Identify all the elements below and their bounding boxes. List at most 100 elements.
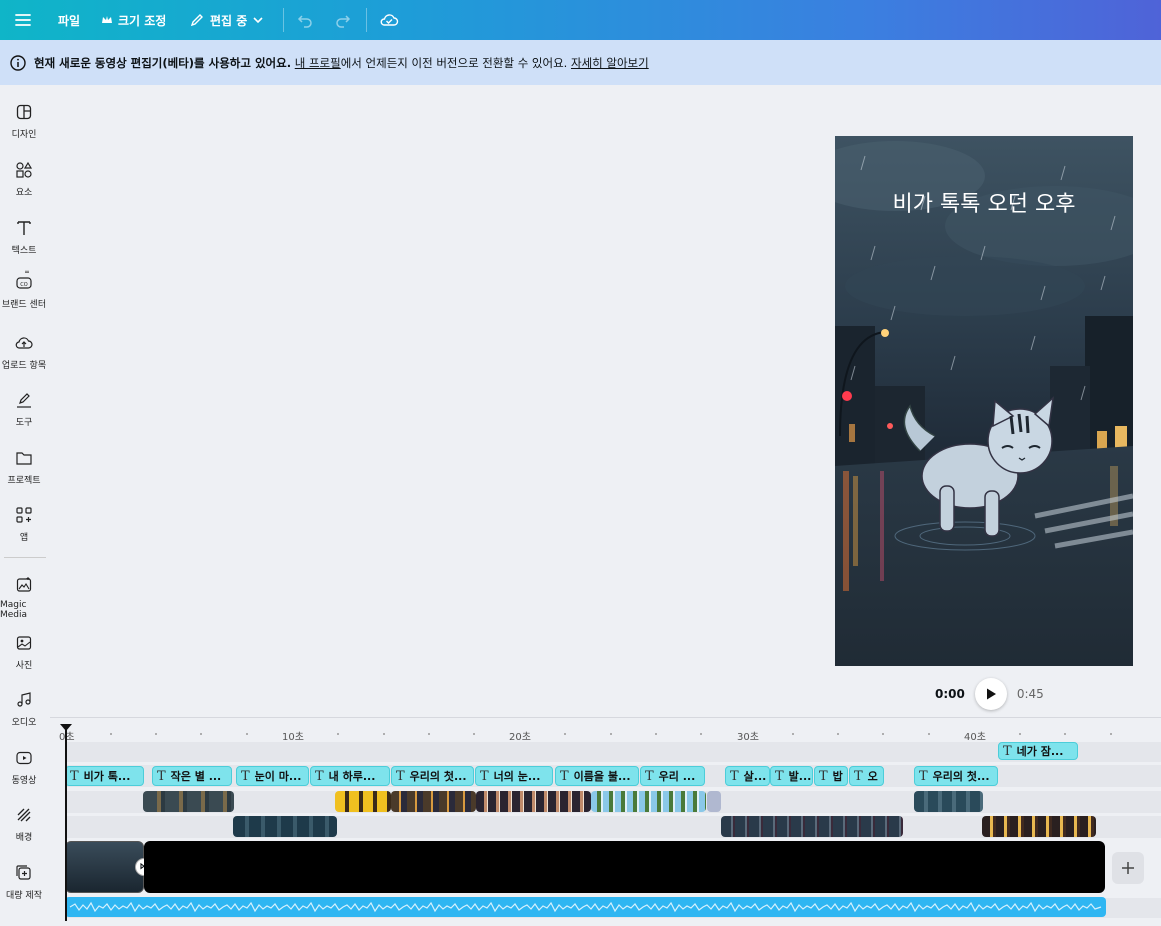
sidebar-item-bulk-create[interactable]: 대량 제작 bbox=[0, 864, 48, 901]
sidebar-item-label: 프로젝트 bbox=[7, 476, 41, 486]
sidebar-item-label: 배경 bbox=[15, 833, 33, 843]
video-clip[interactable] bbox=[391, 791, 476, 812]
sidebar-item-text[interactable]: 텍스트 bbox=[0, 219, 48, 256]
video-clip[interactable] bbox=[591, 791, 706, 812]
video-clip[interactable] bbox=[476, 791, 591, 812]
text-clip-label: 우리 ... bbox=[658, 770, 696, 783]
text-clip[interactable]: T 발... bbox=[770, 766, 813, 786]
text-clip[interactable]: T밥 bbox=[814, 766, 848, 786]
text-clip[interactable]: T오 bbox=[849, 766, 884, 786]
text-clip[interactable]: T 우리의 첫... bbox=[391, 766, 474, 786]
sidebar-item-design[interactable]: 디자인 bbox=[0, 103, 48, 140]
chevron-down-icon bbox=[253, 17, 263, 24]
learn-more-link[interactable]: 자세히 알아보기 bbox=[571, 56, 649, 70]
text-clip[interactable]: T 우리 ... bbox=[640, 766, 705, 786]
sidebar-item-label: 대량 제작 bbox=[6, 891, 42, 901]
text-clip[interactable]: T 눈이 마... bbox=[236, 766, 309, 786]
text-clip-label: 발... bbox=[788, 770, 812, 783]
text-clip-label: 살... bbox=[743, 770, 767, 783]
sidebar-item-label: 사진 bbox=[15, 661, 33, 671]
draw-icon bbox=[17, 393, 31, 408]
sidebar-item-brand[interactable]: CO 브랜드 센터 bbox=[0, 269, 48, 310]
file-menu-button[interactable]: 파일 bbox=[58, 0, 80, 40]
undo-icon[interactable] bbox=[296, 0, 314, 40]
sidebar-item-projects[interactable]: 프로젝트 bbox=[0, 449, 48, 486]
play-button[interactable] bbox=[974, 678, 1007, 710]
sidebar: 디자인 요소 텍스트 CO 브랜드 센터 업로드 항목 도구 프로젝트 앱 Ma… bbox=[0, 85, 50, 926]
redo-icon[interactable] bbox=[334, 0, 352, 40]
video-clip[interactable] bbox=[721, 816, 903, 837]
text-clip-label: 네가 잠... bbox=[1016, 745, 1064, 758]
text-clip[interactable]: T 작은 별 ... bbox=[152, 766, 232, 786]
video-clip[interactable] bbox=[914, 791, 983, 812]
svg-text:CO: CO bbox=[20, 282, 27, 288]
scene-clip[interactable] bbox=[144, 841, 1105, 893]
add-scene-button[interactable] bbox=[1112, 852, 1144, 884]
cloud-saved-icon[interactable] bbox=[379, 0, 399, 40]
sidebar-item-elements[interactable]: 요소 bbox=[0, 161, 48, 198]
text-clip-label: 밥 bbox=[832, 770, 843, 783]
sidebar-item-label: 텍스트 bbox=[11, 246, 37, 256]
file-menu-label: 파일 bbox=[58, 13, 81, 28]
video-clip[interactable] bbox=[143, 791, 234, 812]
ruler-label: 40초 bbox=[964, 732, 986, 743]
sidebar-item-label: 업로드 항목 bbox=[1, 361, 47, 371]
crown-icon bbox=[102, 16, 112, 23]
sidebar-item-label: 브랜드 센터 bbox=[1, 300, 47, 310]
scene-thumbnail[interactable] bbox=[65, 841, 144, 893]
text-clip[interactable]: T 살... bbox=[725, 766, 770, 786]
ruler-label: 30초 bbox=[737, 732, 759, 743]
video-clip[interactable] bbox=[982, 816, 1096, 837]
banner-text-mid: 에서 언제든지 이전 버전으로 전환할 수 있어요. bbox=[340, 55, 568, 70]
magic-media-icon bbox=[16, 577, 32, 592]
folder-icon bbox=[16, 452, 32, 465]
text-clip[interactable]: T 비가 톡... bbox=[65, 766, 144, 786]
edit-mode-label: 편집 중 bbox=[210, 13, 248, 28]
brand-icon: CO bbox=[16, 270, 32, 289]
sidebar-item-audio[interactable]: 오디오 bbox=[0, 691, 48, 728]
text-clip[interactable]: T내 하루... bbox=[310, 766, 390, 786]
text-clip[interactable]: T 네가 잠... bbox=[998, 742, 1078, 760]
info-icon bbox=[10, 54, 26, 71]
bulk-create-icon bbox=[16, 865, 31, 880]
top-bar: 파일 크기 조정 편집 중 bbox=[0, 0, 1161, 40]
resize-button[interactable]: 크기 조정 bbox=[101, 0, 166, 40]
sidebar-item-label: 도구 bbox=[15, 418, 33, 428]
my-profile-link[interactable]: 내 프로필 bbox=[295, 56, 341, 70]
design-icon bbox=[16, 104, 32, 120]
hamburger-icon[interactable] bbox=[14, 0, 32, 40]
sidebar-item-background[interactable]: 배경 bbox=[0, 806, 48, 843]
upload-icon bbox=[15, 337, 33, 349]
playhead[interactable] bbox=[65, 726, 67, 921]
edit-mode-dropdown[interactable]: 편집 중 bbox=[189, 0, 264, 40]
text-clip-label: 오 bbox=[867, 770, 878, 783]
video-clip[interactable] bbox=[335, 791, 391, 812]
video-clip[interactable] bbox=[707, 791, 721, 812]
banner-text: 현재 새로운 동영상 편집기(베타)를 사용하고 있어요. bbox=[34, 55, 292, 70]
design-preview[interactable]: 비가 톡톡 오던 오후 bbox=[835, 136, 1133, 666]
ruler-label: 10초 bbox=[282, 732, 304, 743]
text-icon bbox=[17, 221, 31, 235]
audio-clip[interactable] bbox=[65, 897, 1106, 917]
text-clip[interactable]: T 우리의 첫... bbox=[914, 766, 998, 786]
timeline[interactable]: 0초 10초 20초 30초 40초 T네가 잠... T비가 톡... T작은… bbox=[50, 717, 1161, 926]
sidebar-item-magic-media[interactable]: Magic Media bbox=[0, 576, 48, 620]
sidebar-item-label: 앱 bbox=[19, 533, 29, 543]
current-time: 0:00 bbox=[935, 687, 965, 701]
preview-title-text[interactable]: 비가 톡톡 오던 오후 bbox=[835, 186, 1133, 218]
text-clip[interactable]: T 너의 눈... bbox=[475, 766, 553, 786]
elements-icon bbox=[16, 161, 33, 178]
text-clip[interactable]: T 이름을 불... bbox=[555, 766, 639, 786]
plus-icon bbox=[1122, 862, 1134, 874]
text-clip-label: 내 하루... bbox=[328, 770, 376, 783]
sidebar-item-videos[interactable]: 동영상 bbox=[0, 749, 48, 786]
beta-info-banner: 현재 새로운 동영상 편집기(베타)를 사용하고 있어요. 내 프로필에서 언제… bbox=[0, 40, 1161, 85]
video-clip[interactable] bbox=[233, 816, 337, 837]
sidebar-item-photos[interactable]: 사진 bbox=[0, 634, 48, 671]
audio-waveform bbox=[69, 901, 1102, 913]
text-clip-label: 너의 눈... bbox=[493, 770, 541, 783]
sidebar-item-apps[interactable]: 앱 bbox=[0, 506, 48, 543]
sidebar-item-uploads[interactable]: 업로드 항목 bbox=[0, 334, 48, 371]
sidebar-item-draw[interactable]: 도구 bbox=[0, 391, 48, 428]
sidebar-item-label: Magic Media bbox=[0, 600, 28, 620]
